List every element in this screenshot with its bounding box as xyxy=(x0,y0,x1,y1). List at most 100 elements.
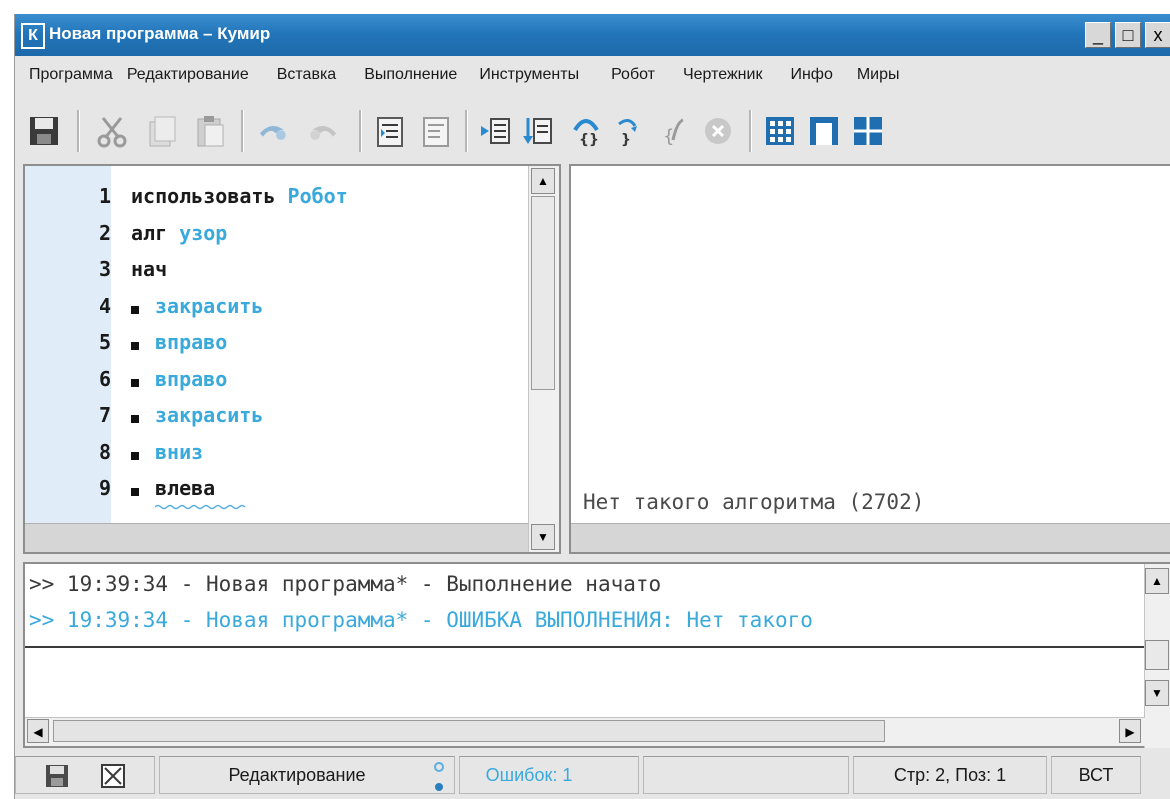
menu-insert[interactable]: Вставка xyxy=(277,66,336,84)
console-scroll-down-arrow-icon[interactable]: ▼ xyxy=(1145,680,1169,706)
step-icon[interactable] xyxy=(521,114,555,148)
code-line[interactable]: 8 вниз xyxy=(25,436,531,473)
editor-vertical-scrollbar[interactable]: ▲ ▼ xyxy=(528,166,559,552)
name-token: Робот xyxy=(275,184,348,208)
menu-edit[interactable]: Редактирование xyxy=(127,66,249,84)
console-scroll-left-arrow-icon[interactable]: ◀ xyxy=(27,719,49,743)
console-horizontal-thumb[interactable] xyxy=(53,720,885,742)
status-mode: Редактирование xyxy=(159,756,455,794)
cut-icon[interactable] xyxy=(95,114,129,148)
line-text: использовать Робот xyxy=(131,184,348,208)
error-squiggle-icon xyxy=(155,504,246,510)
console-scroll-up-arrow-icon[interactable]: ▲ xyxy=(1145,568,1169,594)
scroll-down-arrow-icon[interactable]: ▼ xyxy=(531,524,555,550)
status-close-icon[interactable] xyxy=(100,763,126,789)
status-errors-label: Ошибок: 1 xyxy=(485,764,573,785)
unindent-icon[interactable] xyxy=(419,114,453,148)
status-indicator-icon xyxy=(434,762,444,791)
toolbar-separator xyxy=(465,110,468,152)
editor-horizontal-strip xyxy=(25,523,531,552)
code-line[interactable]: 1 использовать Робот xyxy=(25,180,531,217)
code-line[interactable]: 2 алг узор xyxy=(25,217,531,254)
code-lines: 1 использовать Робот 2 алг узор 3 нач 4 … xyxy=(25,180,531,510)
line-text: вниз xyxy=(155,439,204,464)
indent-marker-icon xyxy=(131,415,139,423)
line-number: 8 xyxy=(98,439,111,464)
scroll-thumb[interactable] xyxy=(531,196,555,390)
code-line[interactable]: 7 закрасить xyxy=(25,399,531,436)
console-scroll-right-arrow-icon[interactable]: ▶ xyxy=(1119,719,1141,743)
keyword-token: нач xyxy=(131,257,168,281)
status-position-label: Стр: 2, Поз: 1 xyxy=(893,764,1007,785)
indent-marker-icon xyxy=(131,378,139,387)
code-line[interactable]: 5 вправо xyxy=(25,326,531,363)
menu-run[interactable]: Выполнение xyxy=(364,66,457,84)
line-number: 3 xyxy=(98,257,111,281)
menu-worlds[interactable]: Миры xyxy=(857,66,900,84)
keyword-token: алг xyxy=(131,220,168,245)
paste-icon[interactable] xyxy=(193,114,227,148)
step-out-icon[interactable]: { xyxy=(655,114,689,148)
menu-program[interactable]: Программа xyxy=(29,66,113,84)
toolbar-separator xyxy=(359,110,362,152)
line-number: 9 xyxy=(98,476,111,500)
indent-icon[interactable] xyxy=(373,114,407,148)
status-save-icon[interactable] xyxy=(44,763,70,789)
redo-icon[interactable] xyxy=(307,114,341,148)
line-number: 5 xyxy=(98,330,111,354)
save-icon[interactable] xyxy=(27,114,61,148)
keyword-token: использовать xyxy=(131,184,276,208)
line-text: алг узор xyxy=(131,221,227,245)
status-empty xyxy=(643,756,849,794)
code-line[interactable]: 6 вправо xyxy=(25,363,531,400)
line-text: закрасить xyxy=(155,403,264,427)
console-panel: >> 19:39:34 - Новая программа* - Выполне… xyxy=(23,562,1170,748)
undo-icon[interactable] xyxy=(255,114,289,148)
status-icons xyxy=(15,756,155,794)
menu-info[interactable]: Инфо xyxy=(790,66,832,84)
name-token: узор xyxy=(167,220,228,245)
line-text: вправо xyxy=(155,366,228,391)
stop-icon[interactable] xyxy=(701,114,735,148)
app-window: К Новая программа – Кумир _ □ x Программ… xyxy=(14,14,1170,799)
console-horizontal-scrollbar[interactable]: ◀ ▶ xyxy=(25,717,1145,746)
margin-error-message: Нет такого алгоритма (2702) xyxy=(583,490,925,514)
line-number: 4 xyxy=(98,293,111,318)
menu-tools[interactable]: Инструменты xyxy=(479,66,579,84)
toolbar-separator xyxy=(77,110,80,152)
menu-drawer[interactable]: Чертежник xyxy=(683,66,762,84)
line-text: влева xyxy=(155,476,216,500)
status-insert-mode: ВСТ xyxy=(1051,756,1141,794)
code-line[interactable]: 3 нач xyxy=(25,253,531,290)
code-line[interactable]: 4 закрасить xyxy=(25,290,531,327)
single-view-icon[interactable] xyxy=(807,114,841,148)
line-text: закрасить xyxy=(155,293,264,318)
status-mode-label: Редактирование xyxy=(228,764,366,785)
split-view-icon[interactable] xyxy=(851,114,885,148)
minimize-button[interactable]: _ xyxy=(1085,22,1111,48)
toolbar: {} } { xyxy=(15,94,1170,164)
console-scroll-thumb[interactable] xyxy=(1145,640,1169,670)
status-position: Стр: 2, Поз: 1 xyxy=(853,756,1047,794)
menu-bar: Программа Редактирование Вставка Выполне… xyxy=(15,58,1170,92)
window-controls: _ □ x xyxy=(1085,22,1170,48)
scroll-up-arrow-icon[interactable]: ▲ xyxy=(531,168,555,194)
code-line[interactable]: 9 влева xyxy=(25,472,531,510)
svg-text:{}: {} xyxy=(579,132,599,148)
console-vertical-scrollbar[interactable]: ▲ ▼ xyxy=(1144,564,1170,748)
menu-robot[interactable]: Робот xyxy=(611,66,655,84)
run-icon[interactable] xyxy=(479,114,513,148)
copy-icon[interactable] xyxy=(145,114,179,148)
status-errors: Ошибок: 1 xyxy=(459,756,639,794)
step-in-icon[interactable]: {} xyxy=(569,114,603,148)
line-number: 1 xyxy=(98,184,111,208)
maximize-button[interactable]: □ xyxy=(1115,22,1141,48)
console-divider xyxy=(25,646,1149,648)
grid-view-icon[interactable] xyxy=(763,114,797,148)
step-over-icon[interactable]: } xyxy=(611,114,645,148)
code-editor[interactable]: 1 использовать Робот 2 алг узор 3 нач 4 … xyxy=(23,164,561,554)
console-line-error: >> 19:39:34 - Новая программа* - ОШИБКА … xyxy=(29,608,813,632)
line-number: 6 xyxy=(98,366,111,391)
close-button[interactable]: x xyxy=(1145,22,1170,48)
status-insert-mode-label: ВСТ xyxy=(1078,764,1114,785)
